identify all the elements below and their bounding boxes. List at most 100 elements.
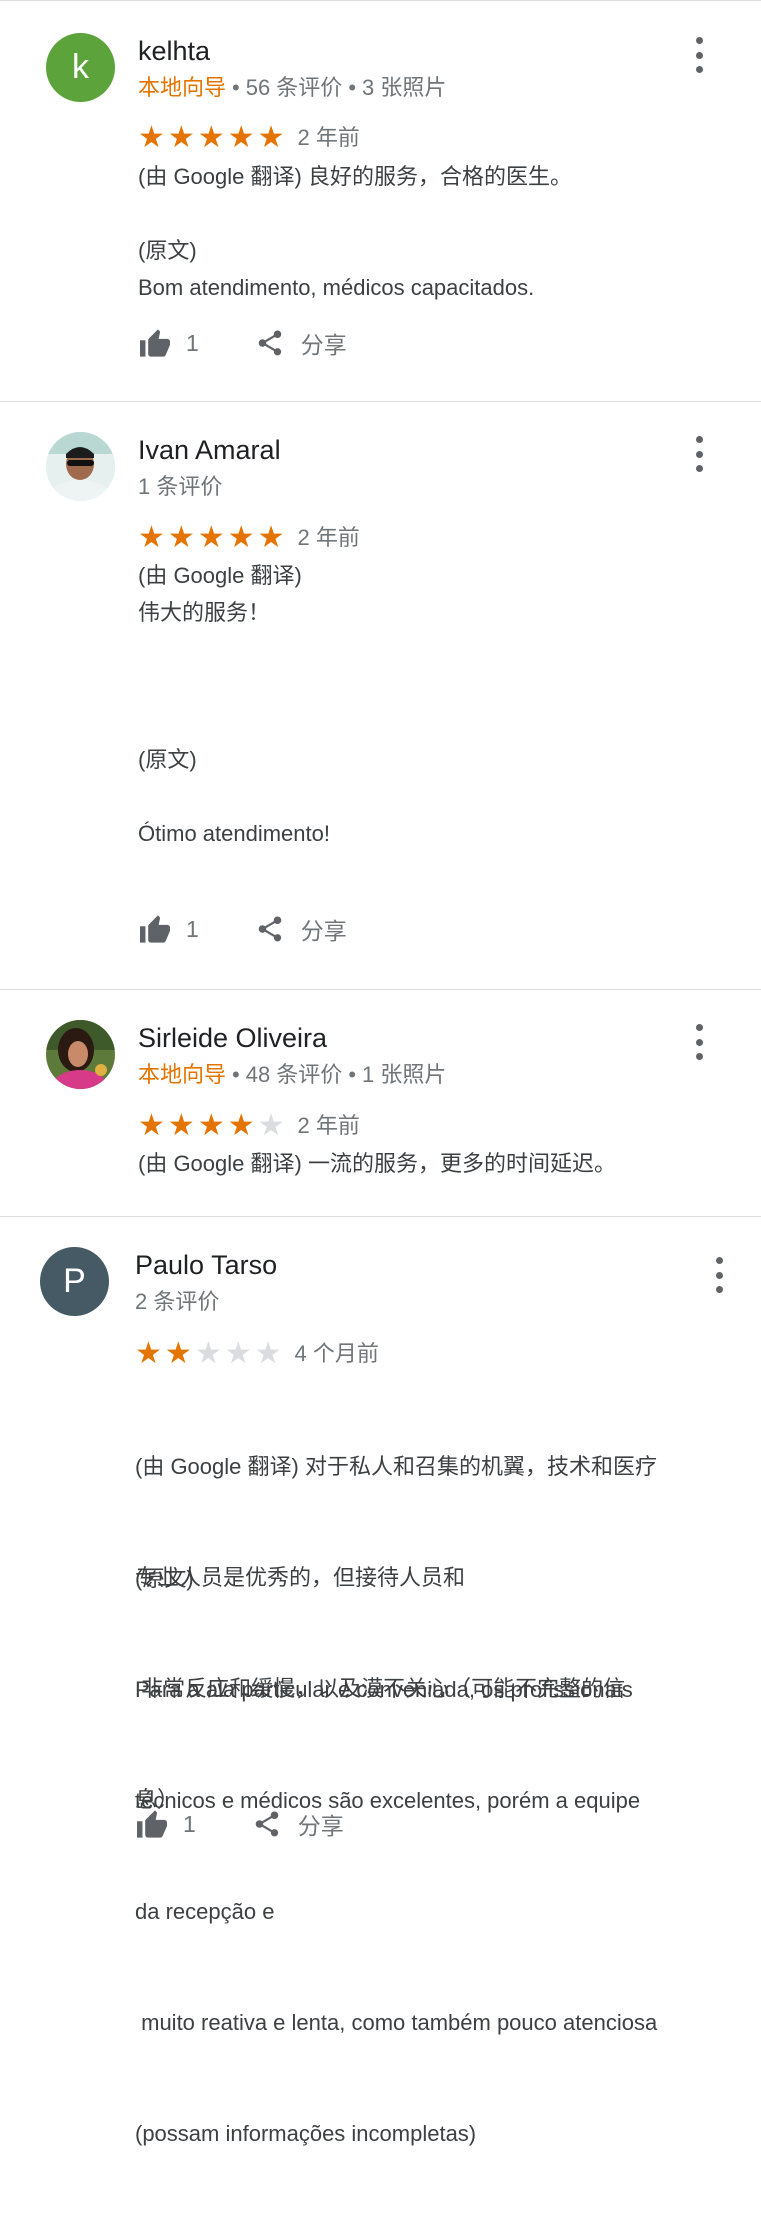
review-card: k kelhta 本地向导 • 56 条评价 • 3 张照片 ★ ★ ★ ★ ★ 2 年… bbox=[0, 0, 761, 400]
review-age: 4 个月前 bbox=[294, 1341, 379, 1366]
translated-label: (由 Google 翻译) bbox=[138, 563, 302, 588]
review-count: 56 条评价 bbox=[245, 75, 343, 100]
avatar[interactable] bbox=[46, 1020, 115, 1089]
like-button[interactable]: 1 bbox=[135, 1809, 196, 1839]
translated-body: 良好的服务，合格的医生。 bbox=[307, 164, 572, 189]
avatar-letter: k bbox=[72, 48, 89, 86]
reviewer-meta: 2 条评价 bbox=[135, 1284, 219, 1316]
share-button[interactable]: 分享 bbox=[255, 326, 347, 360]
like-count: 1 bbox=[186, 329, 199, 356]
thumbs-up-icon bbox=[140, 915, 170, 943]
review-actions: 1 分享 bbox=[138, 912, 347, 946]
more-options-icon[interactable] bbox=[709, 1257, 729, 1293]
review-count: 1 条评价 bbox=[138, 474, 223, 499]
avatar-letter: P bbox=[63, 1262, 86, 1300]
star-icon: ★ bbox=[227, 121, 255, 154]
review-card: P Paulo Tarso 2 条评价 ★ ★ ★ ★ ★ 4 个月前 (由 G… bbox=[0, 1217, 761, 2146]
translated-text: (由 Google 翻译) 一流的服务，更多的时间延迟。 bbox=[138, 1145, 616, 1182]
review-count: 48 条评价 bbox=[245, 1062, 343, 1087]
star-icon: ★ bbox=[197, 1109, 225, 1142]
photo-count: 1 张照片 bbox=[362, 1062, 447, 1087]
star-icon: ★ bbox=[138, 521, 165, 554]
star-rating: ★ ★ ★ ★ ★ 2 年前 bbox=[138, 1111, 360, 1141]
avatar[interactable]: P bbox=[40, 1247, 109, 1316]
star-icon: ★ bbox=[227, 1109, 255, 1142]
original-label: (原文) bbox=[138, 238, 197, 263]
thumbs-up-icon bbox=[137, 1810, 167, 1838]
more-options-icon[interactable] bbox=[689, 1024, 709, 1060]
star-icon: ★ bbox=[138, 121, 165, 154]
original-line: muito reativa e lenta, como também pouco… bbox=[135, 2010, 658, 2035]
original-label: (原文) bbox=[135, 1566, 194, 1591]
review-count: 2 条评价 bbox=[135, 1289, 220, 1314]
reviewer-name[interactable]: Paulo Tarso bbox=[135, 1250, 277, 1281]
avatar-photo bbox=[46, 432, 115, 501]
original-text: Para a ala particular e conveniada, os p… bbox=[135, 1597, 755, 2226]
review-actions: 1 分享 bbox=[135, 1807, 344, 1841]
more-options-icon[interactable] bbox=[689, 436, 709, 472]
local-guide-badge: 本地向导 bbox=[138, 1062, 227, 1087]
reviewer-meta: 本地向导 • 48 条评价 • 1 张照片 bbox=[138, 1062, 447, 1087]
star-icon: ★ bbox=[167, 1109, 195, 1142]
local-guide-badge: 本地向导 bbox=[138, 75, 227, 100]
star-icon: ★ bbox=[257, 521, 285, 554]
original-text: Bom atendimento, médicos capacitados. bbox=[138, 275, 535, 300]
share-label: 分享 bbox=[300, 918, 347, 944]
share-label: 分享 bbox=[297, 1813, 344, 1839]
review-actions: 1 分享 bbox=[138, 326, 347, 360]
star-icon: ★ bbox=[164, 1337, 192, 1370]
translated-line: (由 Google 翻译) 对于私人和召集的机翼，技术和医疗 bbox=[135, 1454, 657, 1479]
translated-body: 一流的服务，更多的时间延迟。 bbox=[307, 1151, 616, 1176]
star-rating: ★ ★ ★ ★ ★ 2 年前 bbox=[138, 123, 360, 153]
star-icon: ★ bbox=[257, 121, 285, 154]
review-age: 2 年前 bbox=[297, 1113, 360, 1138]
star-icon: ★ bbox=[135, 1337, 162, 1370]
original-line: da recepção e bbox=[135, 1899, 275, 1924]
like-button[interactable]: 1 bbox=[138, 328, 199, 358]
photo-count: 3 张照片 bbox=[362, 75, 447, 100]
avatar-photo bbox=[46, 1020, 115, 1089]
like-count: 1 bbox=[186, 915, 199, 942]
like-count: 1 bbox=[183, 1810, 196, 1837]
review-card: Ivan Amaral 1 条评价 ★ ★ ★ ★ ★ 2 年前 (由 Goog… bbox=[0, 402, 761, 989]
avatar[interactable]: k bbox=[46, 33, 115, 102]
original-line: (possam informações incompletas) bbox=[135, 2121, 477, 2146]
star-rating: ★ ★ ★ ★ ★ 4 个月前 bbox=[135, 1339, 379, 1369]
share-icon bbox=[258, 330, 282, 356]
star-icon: ★ bbox=[227, 521, 255, 554]
share-icon bbox=[255, 1811, 279, 1837]
star-empty-icon: ★ bbox=[254, 1337, 282, 1370]
reviewer-meta: 1 条评价 bbox=[138, 469, 222, 501]
original-line: Para a ala particular e conveniada, os p… bbox=[135, 1677, 633, 1702]
reviewer-name[interactable]: Ivan Amaral bbox=[138, 435, 281, 466]
translated-label: (由 Google 翻译) bbox=[138, 164, 302, 189]
avatar[interactable] bbox=[46, 432, 115, 501]
share-icon bbox=[258, 916, 282, 942]
star-icon: ★ bbox=[197, 121, 225, 154]
star-icon: ★ bbox=[138, 1109, 165, 1142]
star-empty-icon: ★ bbox=[194, 1337, 222, 1370]
review-age: 2 年前 bbox=[297, 125, 360, 150]
more-options-icon[interactable] bbox=[689, 37, 709, 73]
share-button[interactable]: 分享 bbox=[255, 912, 347, 946]
like-button[interactable]: 1 bbox=[138, 914, 199, 944]
original-label: (原文) bbox=[138, 747, 197, 772]
star-icon: ★ bbox=[167, 521, 195, 554]
share-button[interactable]: 分享 bbox=[252, 1807, 344, 1841]
translated-label: (由 Google 翻译) bbox=[138, 1151, 302, 1176]
reviewer-name[interactable]: Sirleide Oliveira bbox=[138, 1023, 327, 1054]
original-text: Ótimo atendimento! bbox=[138, 821, 330, 846]
translated-text: 伟大的服务！ bbox=[138, 600, 271, 625]
star-icon: ★ bbox=[167, 121, 195, 154]
review-card: Sirleide Oliveira 本地向导 • 48 条评价 • 1 张照片 ★ ★ … bbox=[0, 990, 761, 1215]
star-rating: ★ ★ ★ ★ ★ 2 年前 bbox=[138, 523, 360, 553]
star-icon: ★ bbox=[197, 521, 225, 554]
reviewer-name[interactable]: kelhta bbox=[138, 36, 210, 67]
star-empty-icon: ★ bbox=[224, 1337, 252, 1370]
review-age: 2 年前 bbox=[297, 525, 360, 550]
reviewer-meta: 本地向导 • 56 条评价 • 3 张照片 bbox=[138, 75, 447, 100]
translated-line: 专业人员是优秀的，但接待人员和 bbox=[135, 1565, 466, 1590]
thumbs-up-icon bbox=[140, 329, 170, 357]
share-label: 分享 bbox=[300, 332, 347, 358]
star-empty-icon: ★ bbox=[257, 1109, 285, 1142]
